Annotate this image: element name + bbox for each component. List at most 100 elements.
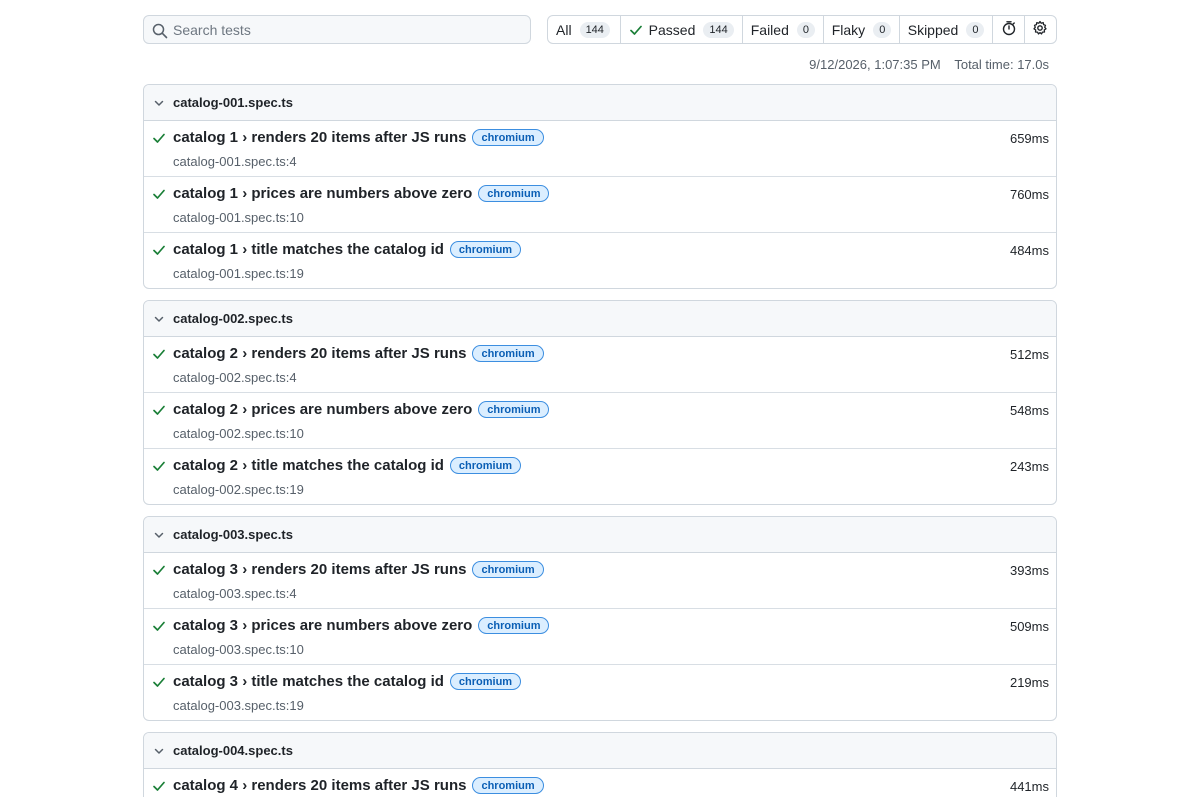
check-icon (152, 675, 166, 689)
test-duration: 548ms (1009, 403, 1049, 418)
check-icon (152, 563, 166, 577)
check-icon (152, 187, 166, 201)
test-location[interactable]: catalog-003.spec.ts:19 (173, 698, 304, 713)
test-duration: 512ms (1009, 347, 1049, 362)
test-duration: 243ms (1009, 459, 1049, 474)
check-icon (629, 23, 643, 37)
check-icon (152, 619, 166, 633)
test-title[interactable]: catalog 3 › title matches the catalog id (173, 673, 444, 690)
check-icon (152, 347, 166, 361)
test-location[interactable]: catalog-003.spec.ts:4 (173, 586, 297, 601)
project-badge[interactable]: chromium (472, 777, 544, 794)
run-metadata: 9/12/2026, 1:07:35 PM Total time: 17.0s (809, 57, 1049, 72)
project-badge[interactable]: chromium (472, 129, 544, 146)
test-row[interactable]: catalog 3 › prices are numbers above zer… (144, 609, 1056, 665)
search-box[interactable] (143, 15, 531, 44)
speedboard-button[interactable] (993, 16, 1025, 43)
project-badge[interactable]: chromium (449, 241, 522, 258)
test-duration: 760ms (1009, 187, 1049, 202)
stopwatch-icon (1001, 20, 1017, 39)
test-location[interactable]: catalog-001.spec.ts:10 (173, 210, 304, 225)
test-file-group: catalog-003.spec.ts catalog 3 › renders … (143, 516, 1057, 721)
project-badge[interactable]: chromium (449, 673, 522, 690)
test-title[interactable]: catalog 1 › renders 20 items after JS ru… (173, 129, 466, 146)
test-row[interactable]: catalog 1 › title matches the catalog id… (144, 233, 1056, 288)
filter-skipped-label: Skipped (907, 21, 959, 38)
test-row[interactable]: catalog 4 › renders 20 items after JS ru… (144, 769, 1056, 797)
gear-icon (1032, 20, 1048, 39)
test-location[interactable]: catalog-001.spec.ts:4 (173, 154, 297, 169)
test-report-page: All 144 Passed 144 Failed 0 Flaky 0 Skip… (0, 0, 1200, 797)
test-duration: 659ms (1009, 131, 1049, 146)
test-duration: 484ms (1009, 243, 1049, 258)
filter-passed-count: 144 (703, 21, 734, 38)
filter-flaky-label: Flaky (831, 21, 866, 38)
project-badge[interactable]: chromium (472, 345, 544, 362)
check-icon (152, 403, 166, 417)
test-title[interactable]: catalog 2 › title matches the catalog id (173, 457, 444, 474)
test-duration: 509ms (1009, 619, 1049, 634)
test-row[interactable]: catalog 2 › prices are numbers above zer… (144, 393, 1056, 449)
project-badge[interactable]: chromium (472, 561, 544, 578)
run-datetime: 9/12/2026, 1:07:35 PM (809, 57, 941, 72)
test-location[interactable]: catalog-002.spec.ts:4 (173, 370, 297, 385)
file-header[interactable]: catalog-003.spec.ts (144, 517, 1056, 553)
filter-skipped-count: 0 (966, 21, 985, 38)
status-filter-bar: All 144 Passed 144 Failed 0 Flaky 0 Skip… (547, 15, 1057, 44)
test-row[interactable]: catalog 1 › prices are numbers above zer… (144, 177, 1056, 233)
project-badge[interactable]: chromium (478, 617, 550, 634)
test-duration: 393ms (1009, 563, 1049, 578)
total-time: Total time: 17.0s (954, 57, 1049, 72)
test-row[interactable]: catalog 3 › title matches the catalog id… (144, 665, 1056, 720)
file-header[interactable]: catalog-001.spec.ts (144, 85, 1056, 121)
test-row[interactable]: catalog 2 › title matches the catalog id… (144, 449, 1056, 504)
project-badge[interactable]: chromium (449, 457, 522, 474)
test-title[interactable]: catalog 3 › renders 20 items after JS ru… (173, 561, 466, 578)
test-title[interactable]: catalog 2 › renders 20 items after JS ru… (173, 345, 466, 362)
test-file-list: catalog-001.spec.ts catalog 1 › renders … (143, 84, 1057, 797)
test-file-group: catalog-004.spec.ts catalog 4 › renders … (143, 732, 1057, 797)
test-title[interactable]: catalog 1 › title matches the catalog id (173, 241, 444, 258)
filter-all-count: 144 (579, 21, 610, 38)
filter-skipped[interactable]: Skipped 0 (900, 16, 994, 43)
test-duration: 441ms (1009, 779, 1049, 794)
filter-all[interactable]: All 144 (548, 16, 621, 43)
test-location[interactable]: catalog-002.spec.ts:10 (173, 426, 304, 441)
file-name: catalog-002.spec.ts (173, 311, 293, 326)
check-icon (152, 779, 166, 793)
test-location[interactable]: catalog-003.spec.ts:10 (173, 642, 304, 657)
file-header[interactable]: catalog-004.spec.ts (144, 733, 1056, 769)
chevron-down-icon (153, 313, 167, 325)
test-title[interactable]: catalog 3 › prices are numbers above zer… (173, 617, 472, 634)
test-location[interactable]: catalog-001.spec.ts:19 (173, 266, 304, 281)
test-row[interactable]: catalog 2 › renders 20 items after JS ru… (144, 337, 1056, 393)
check-icon (152, 459, 166, 473)
search-icon (152, 23, 168, 39)
filter-passed-label: Passed (648, 21, 696, 38)
filter-all-label: All (556, 21, 572, 38)
settings-button[interactable] (1025, 16, 1056, 43)
file-name: catalog-003.spec.ts (173, 527, 293, 542)
file-name: catalog-001.spec.ts (173, 95, 293, 110)
filter-flaky-count: 0 (873, 21, 892, 38)
filter-failed-label: Failed (750, 21, 789, 38)
test-file-group: catalog-002.spec.ts catalog 2 › renders … (143, 300, 1057, 505)
filter-flaky[interactable]: Flaky 0 (824, 16, 900, 43)
test-location[interactable]: catalog-002.spec.ts:19 (173, 482, 304, 497)
check-icon (152, 131, 166, 145)
test-duration: 219ms (1009, 675, 1049, 690)
chevron-down-icon (153, 745, 167, 757)
filter-passed[interactable]: Passed 144 (621, 16, 743, 43)
filter-failed-count: 0 (796, 21, 815, 38)
file-header[interactable]: catalog-002.spec.ts (144, 301, 1056, 337)
filter-failed[interactable]: Failed 0 (743, 16, 824, 43)
test-title[interactable]: catalog 4 › renders 20 items after JS ru… (173, 777, 466, 794)
project-badge[interactable]: chromium (478, 401, 550, 418)
test-title[interactable]: catalog 1 › prices are numbers above zer… (173, 185, 472, 202)
project-badge[interactable]: chromium (478, 185, 550, 202)
test-row[interactable]: catalog 3 › renders 20 items after JS ru… (144, 553, 1056, 609)
chevron-down-icon (153, 97, 167, 109)
test-row[interactable]: catalog 1 › renders 20 items after JS ru… (144, 121, 1056, 177)
test-title[interactable]: catalog 2 › prices are numbers above zer… (173, 401, 472, 418)
search-input[interactable] (173, 16, 523, 43)
